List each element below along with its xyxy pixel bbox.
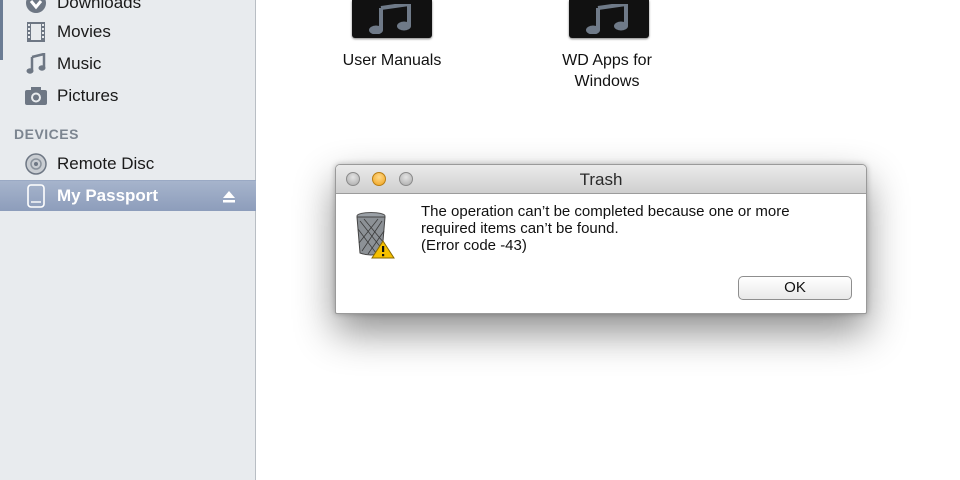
- error-code: (Error code -43): [421, 237, 527, 254]
- sidebar-item-label: Music: [57, 54, 102, 73]
- sidebar-item-downloads[interactable]: Downloads: [0, 0, 256, 18]
- file-label-wd-apps[interactable]: WD Apps for Windows: [537, 50, 677, 92]
- eject-icon[interactable]: [222, 189, 236, 203]
- external-drive-icon: [24, 184, 48, 208]
- sidebar-item-my-passport[interactable]: My Passport: [0, 180, 256, 211]
- error-dialog: Trash The operation can’t be completed b…: [335, 164, 867, 314]
- music-folder-icon[interactable]: [352, 0, 432, 38]
- error-message: The operation can’t be completed because…: [421, 203, 841, 254]
- sidebar-item-label: Movies: [57, 22, 111, 41]
- sidebar-item-pictures[interactable]: Pictures: [0, 81, 256, 111]
- sidebar-item-label: Remote Disc: [57, 154, 155, 173]
- file-label-line: WD Apps for: [562, 52, 652, 69]
- remote-disc-icon: [24, 152, 48, 176]
- dialog-title: Trash: [579, 170, 623, 189]
- sidebar-item-label: Pictures: [57, 86, 119, 105]
- error-message-line: The operation can’t be completed because…: [421, 203, 790, 220]
- music-folder-icon[interactable]: [569, 0, 649, 38]
- dialog-titlebar[interactable]: Trash: [336, 165, 866, 194]
- error-message-line: required items can’t be found.: [421, 220, 619, 237]
- trash-warning-icon: [354, 211, 396, 259]
- sidebar-item-movies[interactable]: Movies: [0, 17, 256, 47]
- music-icon: [24, 52, 48, 76]
- movies-icon: [24, 20, 48, 44]
- sidebar-item-label: My Passport: [57, 186, 159, 205]
- ok-button[interactable]: OK: [738, 276, 852, 300]
- devices-section-header: DEVICES: [14, 126, 79, 142]
- pictures-icon: [24, 84, 48, 108]
- file-label-line: Windows: [574, 73, 640, 90]
- file-label-user-manuals[interactable]: User Manuals: [322, 50, 462, 71]
- sidebar-item-label: Downloads: [57, 0, 142, 12]
- sidebar-item-music[interactable]: Music: [0, 49, 256, 79]
- sidebar-item-remote-disc[interactable]: Remote Disc: [0, 149, 256, 179]
- downloads-icon: [24, 0, 48, 15]
- finder-sidebar: Downloads Movies Music Pictures DEVICES …: [0, 0, 256, 480]
